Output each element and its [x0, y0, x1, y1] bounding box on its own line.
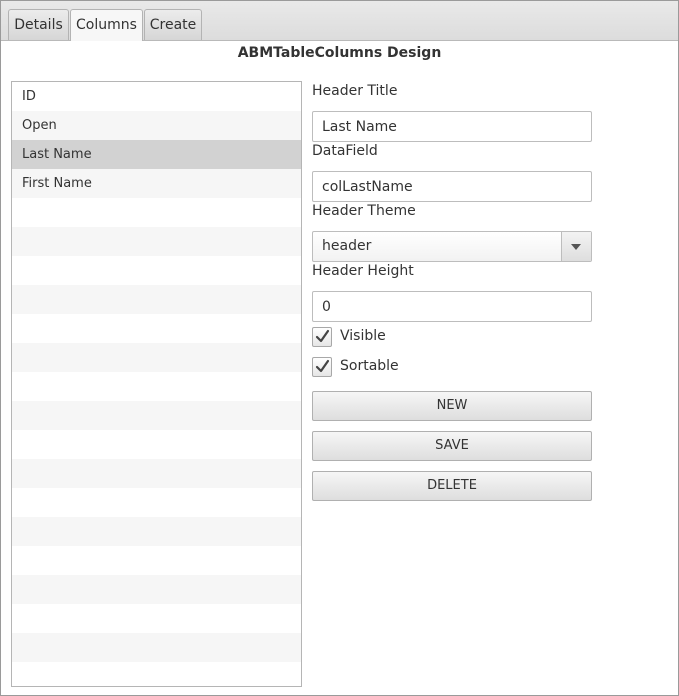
- empty-row: [12, 662, 301, 686]
- header-height-label: Header Height: [312, 263, 414, 279]
- checkmark-icon: [315, 329, 330, 343]
- empty-row: [12, 314, 301, 343]
- empty-row: [12, 604, 301, 633]
- empty-row: [12, 459, 301, 488]
- header-title-input[interactable]: [312, 111, 592, 142]
- tab-details[interactable]: Details: [8, 9, 69, 40]
- empty-row: [12, 546, 301, 575]
- empty-row: [12, 256, 301, 285]
- empty-row: [12, 285, 301, 314]
- empty-row: [12, 198, 301, 227]
- empty-row: [12, 575, 301, 604]
- new-button[interactable]: NEW: [312, 391, 592, 421]
- data-field-input[interactable]: [312, 171, 592, 202]
- header-theme-value: header: [322, 238, 372, 254]
- empty-row: [12, 372, 301, 401]
- header-title-label: Header Title: [312, 83, 398, 99]
- header-theme-label: Header Theme: [312, 203, 416, 219]
- sortable-label: Sortable: [340, 358, 399, 374]
- page-title: ABMTableColumns Design: [237, 45, 442, 61]
- save-button[interactable]: SAVE: [312, 431, 592, 461]
- empty-row: [12, 430, 301, 459]
- combo-dropdown-button[interactable]: [561, 232, 591, 261]
- chevron-down-icon: [571, 244, 581, 250]
- list-item[interactable]: Open: [12, 111, 301, 140]
- list-item-selected[interactable]: Last Name: [12, 140, 301, 169]
- empty-row: [12, 343, 301, 372]
- tab-columns[interactable]: Columns: [70, 9, 143, 41]
- tab-create[interactable]: Create: [144, 9, 202, 40]
- window: Details Columns Create ABMTableColumns D…: [0, 0, 679, 696]
- empty-row: [12, 401, 301, 430]
- empty-row: [12, 488, 301, 517]
- checkbox-box: [312, 357, 332, 377]
- list-item[interactable]: ID: [12, 82, 301, 111]
- checkbox-box: [312, 327, 332, 347]
- columns-list[interactable]: ID Open Last Name First Name: [11, 81, 302, 687]
- empty-row: [12, 227, 301, 256]
- visible-label: Visible: [340, 328, 386, 344]
- data-field-label: DataField: [312, 143, 378, 159]
- visible-checkbox[interactable]: [312, 327, 332, 347]
- list-item[interactable]: First Name: [12, 169, 301, 198]
- header-height-input[interactable]: [312, 291, 592, 322]
- delete-button[interactable]: DELETE: [312, 471, 592, 501]
- checkmark-icon: [315, 359, 330, 373]
- empty-row: [12, 517, 301, 546]
- sortable-checkbox[interactable]: [312, 357, 332, 377]
- empty-row: [12, 633, 301, 662]
- header-theme-select[interactable]: header: [312, 231, 592, 262]
- tab-bar: Details Columns Create: [1, 1, 678, 41]
